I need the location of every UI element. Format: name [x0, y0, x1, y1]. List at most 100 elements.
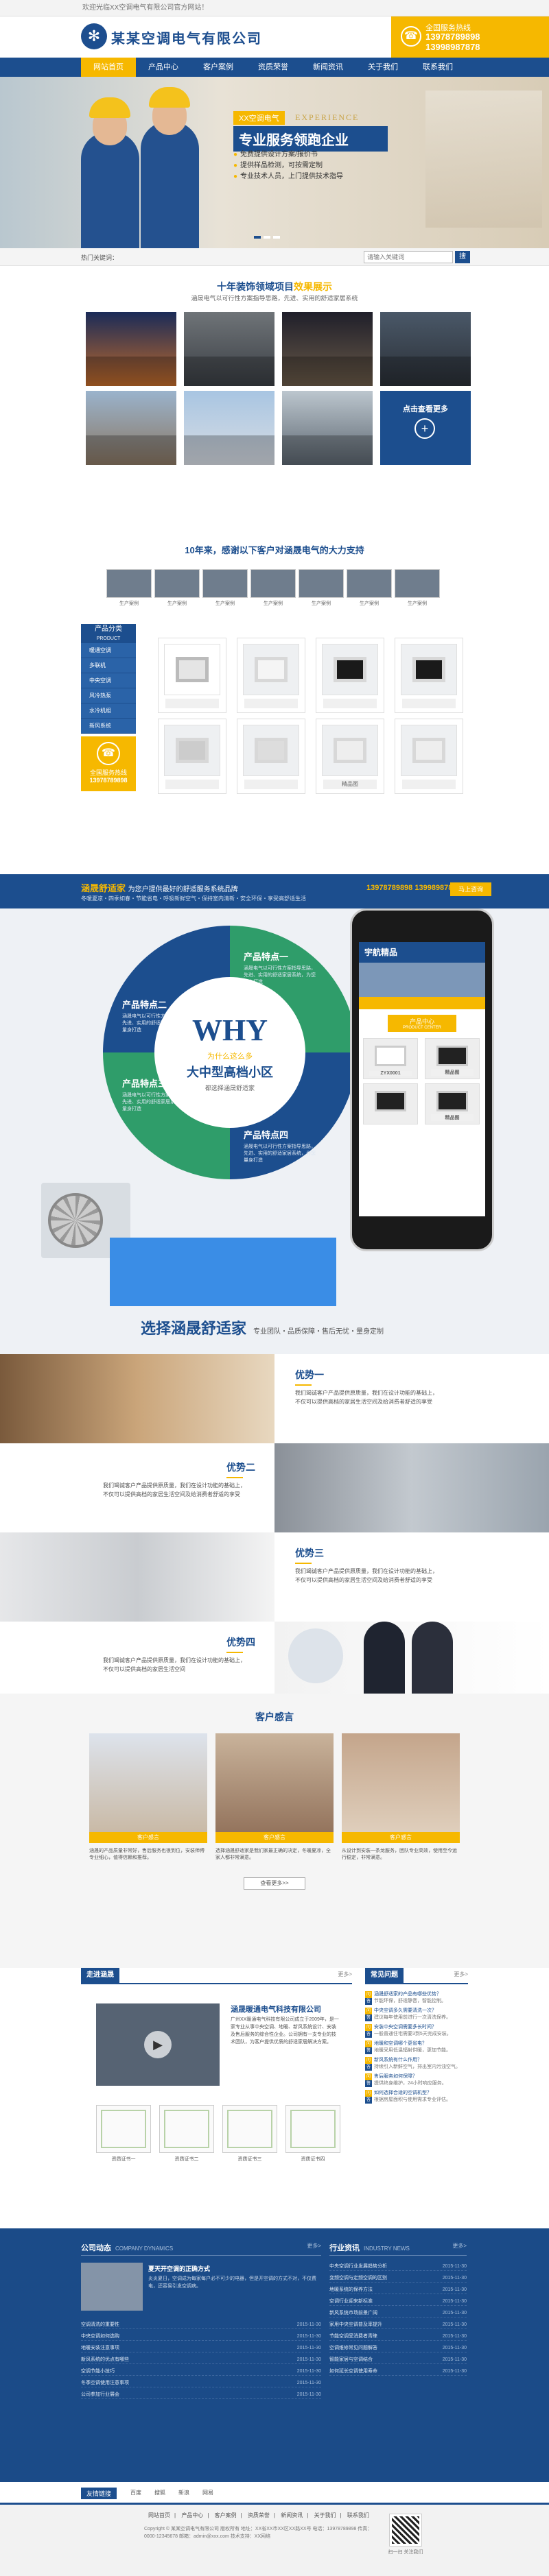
news-item[interactable]: 中央空调如何选购 2015-11-30 — [81, 2333, 321, 2341]
certificate-label: 资质证书三 — [237, 2157, 262, 2162]
case-image[interactable] — [184, 391, 274, 465]
news-item[interactable]: 地暖系统的保养方法 2015-11-30 — [329, 2286, 467, 2294]
nav-products[interactable]: 产品中心 — [136, 58, 191, 77]
news-item[interactable]: 空调清洗的重要性 2015-11-30 — [81, 2321, 321, 2329]
company-news-feature-title[interactable]: 夏天开空调的正确方式 — [148, 2264, 210, 2273]
client-thumb[interactable] — [202, 569, 248, 598]
faq-more-link[interactable]: 更多> — [454, 1971, 468, 1978]
faq-question[interactable]: 中央空调多久需要清洗一次？ — [365, 2008, 468, 2014]
news-item[interactable]: 变频空调与定频空调的区别 2015-11-30 — [329, 2274, 467, 2283]
nav-news[interactable]: 新闻资讯 — [301, 58, 355, 77]
testimonial-photo[interactable]: 客户感言 — [215, 1733, 334, 1843]
faq-question[interactable]: 地暖和空调哪个更省电？ — [365, 2041, 468, 2047]
news-item[interactable]: 冬季空调使用注意事项 2015-11-30 — [81, 2379, 321, 2387]
case-image[interactable] — [282, 391, 373, 465]
case-image[interactable] — [184, 312, 274, 386]
app-product[interactable]: 精品图 — [425, 1038, 480, 1079]
certificate-image[interactable] — [285, 2105, 340, 2153]
case-image[interactable] — [380, 312, 471, 386]
category-item[interactable]: 中央空调 — [81, 673, 136, 688]
category-item[interactable]: 水冷机组 — [81, 703, 136, 719]
search-button[interactable]: 搜 — [455, 251, 470, 263]
footer-link[interactable]: 联系我们 — [347, 2512, 369, 2518]
footer-link[interactable]: 关于我们 — [314, 2512, 336, 2518]
app-product[interactable]: 精品图 — [425, 1083, 480, 1124]
cases-title: 十年装饰领域项目效果展示 — [217, 281, 332, 292]
faq-question[interactable]: 涵晟舒适家的产品有哪些优势？ — [365, 1991, 468, 1998]
footer-link[interactable]: 客户案例 — [215, 2512, 237, 2518]
product-card[interactable] — [237, 719, 305, 794]
certificate-image[interactable] — [96, 2105, 151, 2153]
faq-question[interactable]: 新风系统有什么作用？ — [365, 2057, 468, 2064]
company-news-more[interactable]: 更多> — [307, 2242, 321, 2250]
certificate-image[interactable] — [159, 2105, 214, 2153]
friend-link[interactable]: 网易 — [202, 2489, 213, 2496]
testimonial-photo[interactable]: 客户感言 — [342, 1733, 460, 1843]
news-item[interactable]: 新风系统的优点有哪些 2015-11-30 — [81, 2356, 321, 2364]
footer-link[interactable]: 新闻资讯 — [281, 2512, 303, 2518]
news-item[interactable]: 如何延长空调使用寿命 2015-11-30 — [329, 2368, 467, 2376]
consult-button[interactable]: 马上咨询 — [450, 882, 491, 896]
about-video[interactable]: ▶ — [96, 2003, 220, 2086]
friend-link[interactable]: 搜狐 — [154, 2489, 165, 2496]
case-image[interactable] — [282, 312, 373, 386]
category-item[interactable]: 暖通空调 — [81, 643, 136, 658]
more-cases-button[interactable]: 点击查看更多 + — [380, 391, 471, 465]
client-thumb[interactable] — [154, 569, 200, 598]
news-item[interactable]: 智能家居与空调结合 2015-11-30 — [329, 2356, 467, 2364]
logo-icon[interactable]: ✻ — [81, 23, 107, 49]
company-name[interactable]: 某某空调电气有限公司 — [111, 27, 262, 47]
client-thumb[interactable] — [347, 569, 392, 598]
friend-link[interactable]: 百度 — [130, 2489, 141, 2496]
client-thumb[interactable] — [250, 569, 296, 598]
product-card[interactable]: 精品图 — [316, 719, 384, 794]
testimonial-photo[interactable]: 客户感言 — [89, 1733, 207, 1843]
nav-home[interactable]: 网站首页 — [81, 58, 136, 77]
product-card[interactable] — [395, 638, 463, 713]
nav-contact[interactable]: 联系我们 — [410, 58, 465, 77]
faq-question[interactable]: 安装中央空调需要多长时间？ — [365, 2024, 468, 2031]
news-item[interactable]: 公司参加行业展会 2015-11-30 — [81, 2391, 321, 2399]
product-card[interactable] — [316, 638, 384, 713]
client-thumb[interactable] — [299, 569, 344, 598]
footer-link[interactable]: 网站首页 — [148, 2512, 170, 2518]
play-icon[interactable]: ▶ — [144, 2031, 172, 2058]
case-image[interactable] — [86, 312, 176, 386]
news-item[interactable]: 空调行业迎来新标准 2015-11-30 — [329, 2298, 467, 2306]
news-item[interactable]: 地暖安装注意事项 2015-11-30 — [81, 2344, 321, 2352]
category-item[interactable]: 多联机 — [81, 658, 136, 673]
category-item[interactable]: 风冷热泵 — [81, 688, 136, 703]
more-testimonials-button[interactable]: 查看更多>> — [244, 1877, 305, 1890]
industry-news-more[interactable]: 更多> — [452, 2242, 467, 2250]
app-product[interactable]: ZYX0001 — [363, 1038, 418, 1079]
nav-honors[interactable]: 资质荣誉 — [246, 58, 301, 77]
news-item[interactable]: 空调节能小技巧 2015-11-30 — [81, 2368, 321, 2376]
news-item[interactable]: 家用中央空调普及率提升 2015-11-30 — [329, 2321, 467, 2329]
case-image[interactable] — [86, 391, 176, 465]
about-more-link[interactable]: 更多> — [338, 1971, 352, 1978]
product-card[interactable] — [158, 638, 226, 713]
category-item[interactable]: 新风系统 — [81, 719, 136, 734]
client-thumb[interactable] — [395, 569, 440, 598]
app-nav[interactable] — [359, 997, 485, 1009]
nav-about[interactable]: 关于我们 — [355, 58, 410, 77]
certificate-image[interactable] — [222, 2105, 277, 2153]
friend-link[interactable]: 新浪 — [178, 2489, 189, 2496]
client-thumb[interactable] — [106, 569, 152, 598]
faq-question[interactable]: 售后服务如何保障？ — [365, 2073, 468, 2080]
footer-link[interactable]: 产品中心 — [181, 2512, 203, 2518]
footer-link[interactable]: 资质荣誉 — [248, 2512, 270, 2518]
news-item[interactable]: 新风系统市场前景广阔 2015-11-30 — [329, 2309, 467, 2318]
faq-question[interactable]: 如何选择合适的空调机型？ — [365, 2090, 468, 2097]
company-news-image[interactable] — [81, 2263, 143, 2311]
product-card[interactable] — [158, 719, 226, 794]
product-card[interactable] — [237, 638, 305, 713]
news-item[interactable]: 节能空调受消费者青睐 2015-11-30 — [329, 2333, 467, 2341]
news-item[interactable]: 中央空调行业发展趋势分析 2015-11-30 — [329, 2263, 467, 2271]
banner-dots[interactable] — [254, 236, 295, 240]
nav-cases[interactable]: 客户案例 — [191, 58, 246, 77]
product-card[interactable] — [395, 719, 463, 794]
search-input[interactable] — [364, 251, 453, 263]
news-item[interactable]: 空调维修常见问题解答 2015-11-30 — [329, 2344, 467, 2352]
app-product[interactable] — [363, 1083, 418, 1124]
